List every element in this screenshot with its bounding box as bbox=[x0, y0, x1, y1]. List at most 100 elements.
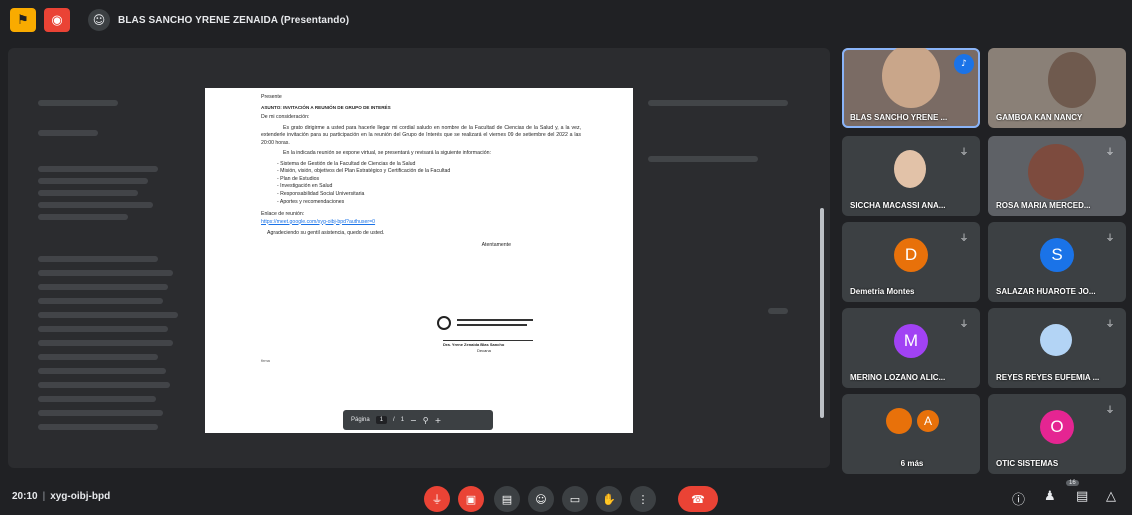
page-total: 1 bbox=[400, 417, 405, 423]
stage-scrollbar[interactable] bbox=[820, 208, 824, 418]
presentation-stage: Presente ASUNTO: INVITACIÓN A REUNIÓN DE… bbox=[8, 48, 830, 468]
participant-name: BLAS SANCHO YRENE ... bbox=[850, 113, 948, 122]
reactions-button[interactable]: ☺ bbox=[528, 486, 554, 512]
chat-icon[interactable]: ▤ bbox=[1076, 489, 1088, 504]
mic-button[interactable]: ⏚ bbox=[424, 486, 450, 512]
presenter-icon: ☺ bbox=[88, 9, 110, 31]
participant-tile[interactable]: ⏚ SICCHA MACASSI ANA... bbox=[842, 136, 980, 216]
captions-button[interactable]: ▤ bbox=[494, 486, 520, 512]
participant-tile[interactable]: GAMBOA KAN NANCY bbox=[988, 48, 1126, 128]
avatar bbox=[886, 408, 912, 434]
bottom-bar: 20:10 | xyg-oibj-bpd ⏚ ▣ ▤ ☺ ▭ ✋ ⋮ ☎ ⓘ ♟ 1… bbox=[0, 478, 1132, 515]
list-item: Investigación en Salud bbox=[277, 183, 581, 191]
participant-video bbox=[882, 48, 940, 108]
emoji-icon: ☺ bbox=[535, 492, 547, 506]
leave-call-button[interactable]: ☎ bbox=[678, 486, 718, 512]
mic-off-icon: ⏚ bbox=[1105, 319, 1115, 330]
participant-tile[interactable]: O ⏚ OTIC SISTEMAS bbox=[988, 394, 1126, 474]
signature-role: Decana bbox=[477, 348, 491, 353]
hang-up-icon: ☎ bbox=[691, 492, 705, 506]
hand-raise-badge[interactable]: ⚑ bbox=[10, 8, 36, 32]
camera-button[interactable]: ▣ bbox=[458, 486, 484, 512]
participant-tile[interactable]: S ⏚ SALAZAR HUAROTE JO... bbox=[988, 222, 1126, 302]
participant-tile[interactable]: ♪ BLAS SANCHO YRENE ... bbox=[842, 48, 980, 128]
avatar: A bbox=[915, 408, 941, 434]
camera-off-icon: ▣ bbox=[465, 492, 477, 506]
list-item: Sistema de Gestión de la Facultad de Cie… bbox=[277, 161, 581, 169]
captions-icon: ▤ bbox=[501, 492, 513, 506]
doc-thanks: Agradeciendo su gentil asistencia, quedo… bbox=[267, 230, 385, 237]
raise-hand-button[interactable]: ✋ bbox=[596, 486, 622, 512]
more-options-button[interactable]: ⋮ bbox=[630, 486, 656, 512]
participant-name: MERINO LOZANO ALIC... bbox=[850, 373, 946, 382]
flag-icon: ⚑ bbox=[17, 12, 29, 28]
zoom-icon[interactable]: ⚲ bbox=[423, 416, 429, 425]
doc-paragraph-2: En la indicada reunión se expone virtual… bbox=[283, 150, 491, 157]
mic-off-icon: ⏚ bbox=[1105, 147, 1115, 158]
mic-off-icon: ⏚ bbox=[431, 493, 443, 506]
meeting-info: 20:10 | xyg-oibj-bpd bbox=[12, 491, 110, 502]
participant-name: 6 más bbox=[900, 459, 924, 468]
participant-video bbox=[1048, 52, 1096, 108]
people-icon[interactable]: ♟ bbox=[1044, 489, 1056, 504]
shared-document: Presente ASUNTO: INVITACIÓN A REUNIÓN DE… bbox=[205, 88, 633, 433]
doc-salutation: De mi consideración: bbox=[261, 114, 310, 121]
page-number-input[interactable]: 1 bbox=[375, 416, 388, 424]
page-label: Página bbox=[351, 417, 370, 423]
meet-window: ⚑ ◉ ☺ BLAS SANCHO YRENE ZENAIDA (Present… bbox=[0, 0, 1132, 515]
meeting-separator: | bbox=[42, 491, 46, 502]
mic-off-icon: ⏚ bbox=[959, 233, 969, 244]
participant-name: GAMBOA KAN NANCY bbox=[996, 113, 1083, 122]
meeting-time: 20:10 bbox=[12, 491, 38, 502]
doc-agenda-list: Sistema de Gestión de la Facultad de Cie… bbox=[277, 161, 581, 206]
people-count-badge: 16 bbox=[1066, 480, 1079, 486]
doc-link-label: Enlace de reunión: bbox=[261, 211, 305, 218]
participant-name: Demetria Montes bbox=[850, 287, 915, 296]
avatar: S bbox=[1040, 238, 1074, 272]
page-separator: / bbox=[393, 417, 395, 423]
record-icon: ◉ bbox=[51, 12, 63, 28]
participant-video bbox=[894, 150, 926, 188]
participant-tile-more[interactable]: A 6 más bbox=[842, 394, 980, 474]
doc-paragraph-1: Es grato dirigirme a usted para hacerle … bbox=[261, 124, 581, 146]
participant-tile[interactable]: M ⏚ MERINO LOZANO ALIC... bbox=[842, 308, 980, 388]
participant-video bbox=[1028, 144, 1084, 200]
participant-name: ROSA MARIA MERCED... bbox=[996, 201, 1091, 210]
list-item: Misión, visión, objetivos del Plan Estra… bbox=[277, 168, 581, 176]
list-item: Aportes y recomendaciones bbox=[277, 199, 581, 207]
participant-tile[interactable]: ⏚ REYES REYES EUFEMIA ... bbox=[988, 308, 1126, 388]
meeting-code[interactable]: xyg-oibj-bpd bbox=[50, 491, 110, 502]
doc-subject: ASUNTO: INVITACIÓN A REUNIÓN DE GRUPO DE… bbox=[261, 104, 391, 110]
presenter-title: BLAS SANCHO YRENE ZENAIDA (Presentando) bbox=[118, 14, 350, 26]
present-button[interactable]: ▭ bbox=[562, 486, 588, 512]
top-bar: ⚑ ◉ ☺ BLAS SANCHO YRENE ZENAIDA (Present… bbox=[0, 0, 1132, 40]
participant-tile[interactable]: D ⏚ Demetria Montes bbox=[842, 222, 980, 302]
signature-name: Dra. Yrene Zenaida Blas Sancho bbox=[443, 342, 505, 347]
doc-meeting-link[interactable]: https://meet.google.com/xyg-oibj-bpd?aut… bbox=[261, 219, 581, 227]
participant-photo bbox=[1040, 324, 1072, 356]
meeting-details-icon[interactable]: ⓘ bbox=[1012, 489, 1025, 508]
participant-tile[interactable]: ⏚ ROSA MARIA MERCED... bbox=[988, 136, 1126, 216]
mic-off-icon: ⏚ bbox=[1105, 233, 1115, 244]
avatar: M bbox=[894, 324, 928, 358]
doc-greeting: Presente bbox=[261, 94, 282, 100]
doc-closing: Atentamente bbox=[481, 241, 511, 248]
hand-icon: ✋ bbox=[602, 492, 616, 506]
participant-name: OTIC SISTEMAS bbox=[996, 459, 1059, 468]
university-seal-icon bbox=[437, 316, 451, 330]
pdf-viewer-toolbar: Página 1 / 1 − ⚲ + bbox=[343, 410, 493, 430]
signature-stamp: Dra. Yrene Zenaida Blas Sancho Decana bbox=[437, 316, 537, 358]
zoom-in-icon[interactable]: + bbox=[435, 416, 442, 425]
activities-icon[interactable]: △ bbox=[1106, 489, 1116, 504]
present-screen-icon: ▭ bbox=[569, 492, 581, 506]
mic-off-icon: ⏚ bbox=[959, 319, 969, 330]
list-item: Plan de Estudios bbox=[277, 176, 581, 184]
zoom-out-icon[interactable]: − bbox=[410, 416, 417, 425]
mic-off-icon: ⏚ bbox=[959, 147, 969, 158]
participant-name: SALAZAR HUAROTE JO... bbox=[996, 287, 1096, 296]
participant-name: REYES REYES EUFEMIA ... bbox=[996, 373, 1100, 382]
recording-badge[interactable]: ◉ bbox=[44, 8, 70, 32]
speaking-indicator-icon: ♪ bbox=[954, 54, 974, 74]
avatar: O bbox=[1040, 410, 1074, 444]
more-vert-icon: ⋮ bbox=[637, 492, 649, 506]
